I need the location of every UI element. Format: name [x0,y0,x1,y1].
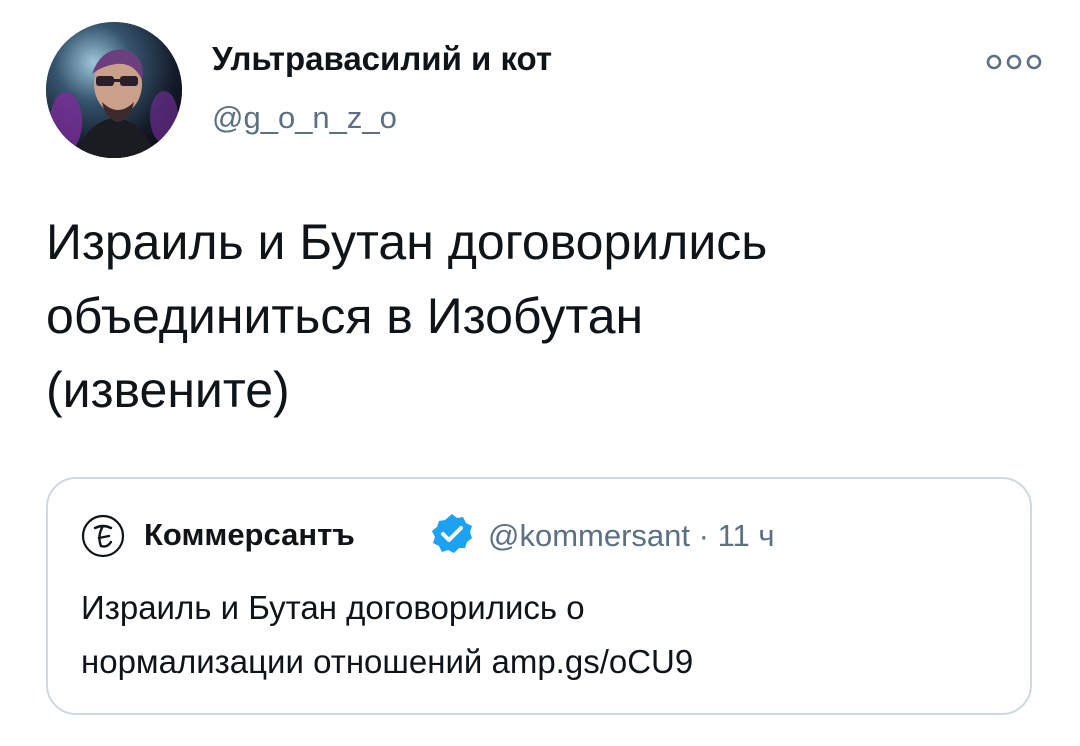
quoted-meta: @kommersant · 11 ч [488,518,775,554]
tweet-card: Ультравасилий и кот @g_o_n_z_o Израиль и… [0,0,1080,746]
author-avatar[interactable] [46,22,182,158]
quoted-timestamp[interactable]: 11 ч [718,518,775,553]
quoted-author-handle[interactable]: @kommersant [488,518,690,553]
tweet-text: Израиль и Бутан договорились объединитьс… [46,214,768,418]
user-avatar-photo-icon [46,22,182,158]
author-name[interactable]: Ультравасилий и кот [212,40,552,78]
meta-separator: · [698,518,709,553]
more-options-icon[interactable] [984,52,1044,72]
quoted-author-name[interactable]: Коммерсантъ [144,517,355,553]
quoted-tweet[interactable]: Коммерсантъ @kommersant · 11 ч Израиль и… [46,477,1032,715]
kommersant-logo-icon[interactable] [81,514,125,558]
verified-badge-icon [430,512,474,556]
quoted-tweet-text: Израиль и Бутан договорились о нормализа… [81,589,694,680]
author-handle[interactable]: @g_o_n_z_o [212,100,397,136]
